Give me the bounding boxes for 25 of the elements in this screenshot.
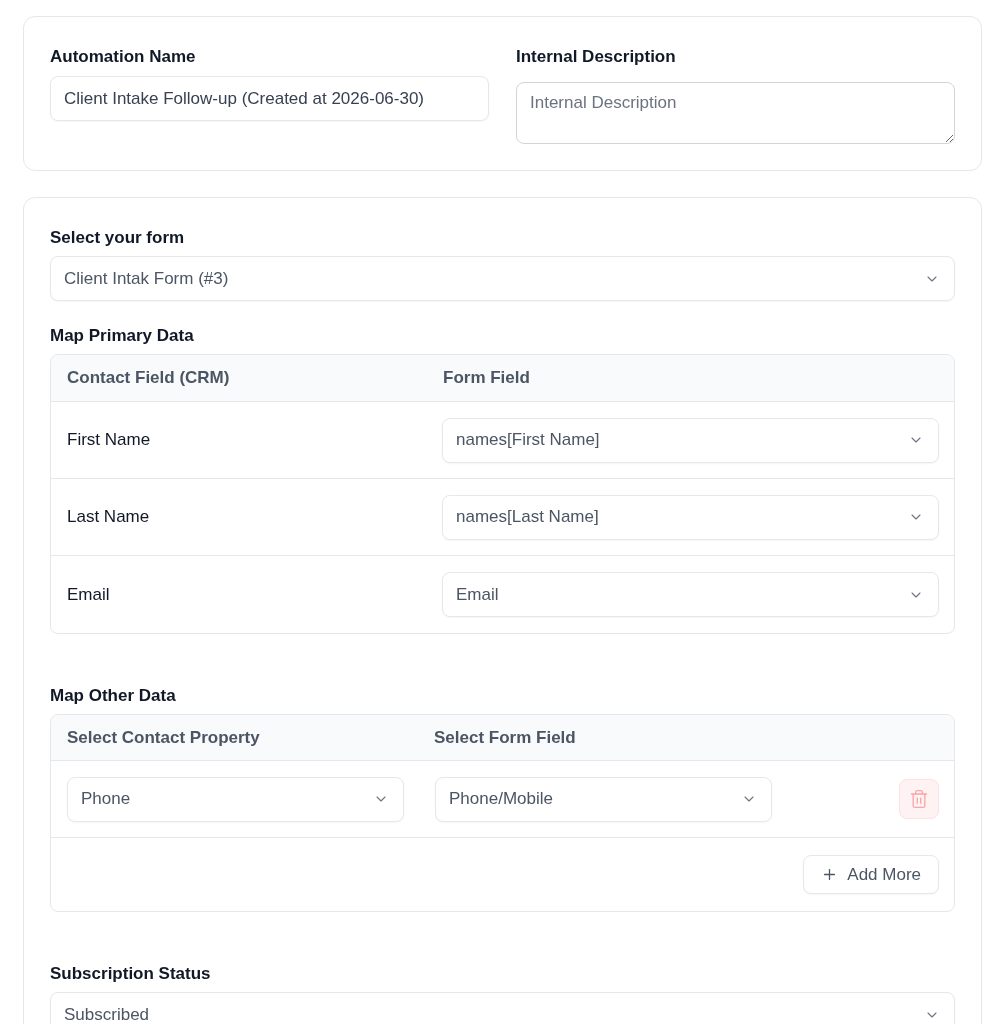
subscription-status-select[interactable]: Subscribed — [50, 992, 955, 1024]
field-label: Internal Description — [516, 46, 677, 68]
form-field-select[interactable]: Email — [442, 572, 939, 617]
column-header: Select Contact Property — [67, 727, 260, 747]
field-label: Map Primary Data — [50, 325, 195, 347]
table-cell: First Name — [67, 430, 151, 450]
field-label: Subscription Status — [50, 963, 212, 985]
trash-icon — [909, 789, 929, 809]
field-label: Select your form — [50, 227, 186, 249]
delete-button[interactable] — [899, 779, 939, 819]
form-field-select[interactable]: Phone/Mobile — [435, 776, 772, 822]
add-more-button[interactable]: Add More — [803, 855, 939, 894]
internal-description-input[interactable]: Internal Description — [516, 82, 955, 144]
table-cell: Last Name — [67, 507, 150, 527]
automation-name-input[interactable]: Client Intake Follow-up (Created at 2026-06-30) — [50, 76, 489, 121]
form-select[interactable]: Client Intak Form (#3) — [50, 256, 955, 301]
column-header: Contact Field (CRM) — [67, 368, 230, 388]
contact-property-select[interactable]: Phone — [67, 776, 404, 822]
form-field-select[interactable]: names[First Name] — [442, 417, 939, 463]
column-header: Form Field — [443, 368, 530, 388]
field-label: Automation Name — [50, 46, 197, 68]
form-field-select[interactable]: names[Last Name] — [442, 494, 939, 540]
table-cell: Email — [67, 584, 110, 604]
field-label: Map Other Data — [50, 685, 177, 707]
column-header: Select Form Field — [434, 727, 576, 747]
